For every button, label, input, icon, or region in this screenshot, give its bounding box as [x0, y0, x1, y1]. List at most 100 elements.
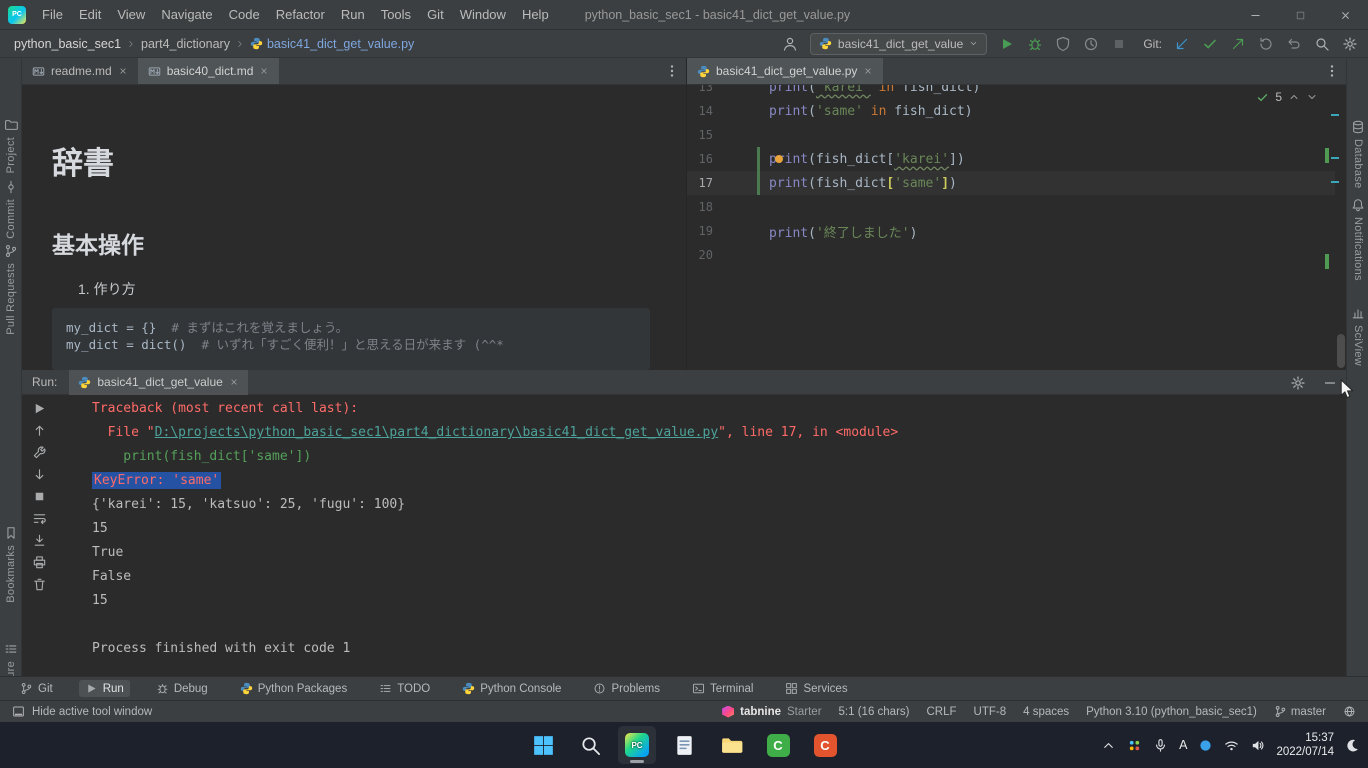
toolwindow-services[interactable]: Services — [779, 680, 853, 697]
minimize-button[interactable] — [1233, 0, 1278, 30]
code-line-15[interactable]: 15 — [687, 123, 1335, 147]
taskbar-search[interactable] — [571, 726, 609, 764]
caret-position[interactable]: 5:1 (16 chars) — [839, 706, 910, 718]
profiler-button[interactable] — [1083, 36, 1099, 52]
toolwindow-run[interactable]: Run — [79, 680, 130, 697]
run-console-output[interactable]: Traceback (most recent call last): File … — [92, 397, 1326, 661]
navigate-up-button[interactable] — [32, 423, 47, 438]
tab-basic40-dict-md[interactable]: basic40_dict.md — [138, 58, 280, 84]
stop-button[interactable] — [1111, 36, 1127, 52]
menu-refactor[interactable]: Refactor — [268, 7, 333, 22]
taskbar-windows-start[interactable] — [524, 726, 562, 764]
code-line-16[interactable]: 16print(fish_dict['karei']) — [687, 147, 1335, 171]
git-commit-button[interactable] — [1202, 36, 1218, 52]
menu-git[interactable]: Git — [419, 7, 452, 22]
stripe-item-notifications[interactable]: Notifications — [1347, 198, 1368, 281]
rerun-button[interactable] — [32, 401, 47, 416]
tab-close-icon[interactable] — [118, 66, 128, 76]
menu-window[interactable]: Window — [452, 7, 514, 22]
editor-scrollbar[interactable] — [1337, 334, 1345, 368]
settings-button[interactable] — [1342, 36, 1358, 52]
git-rollback-button[interactable] — [1286, 36, 1302, 52]
taskbar-notepad[interactable] — [665, 726, 703, 764]
run-config-select[interactable]: basic41_dict_get_value — [810, 33, 987, 55]
stacktrace-link[interactable]: D:\projects\python_basic_sec1\part4_dict… — [155, 425, 719, 440]
menu-view[interactable]: View — [109, 7, 153, 22]
tab-close-icon[interactable] — [259, 66, 269, 76]
taskbar-app-c-green[interactable]: C — [759, 726, 797, 764]
git-update-button[interactable] — [1174, 36, 1190, 52]
tab-readme-md[interactable]: readme.md — [22, 58, 138, 84]
tab-options-kebab-icon[interactable] — [1324, 63, 1340, 79]
menu-edit[interactable]: Edit — [71, 7, 109, 22]
stripe-item-sciview[interactable]: SciView — [1347, 306, 1368, 366]
status-globe-icon[interactable] — [1343, 705, 1356, 718]
microphone-icon[interactable] — [1153, 738, 1168, 753]
next-problem-icon[interactable] — [1306, 91, 1318, 103]
code-line-17[interactable]: 17print(fish_dict['same']) — [687, 171, 1335, 195]
search-button[interactable] — [1314, 36, 1330, 52]
tab-close-icon[interactable] — [863, 66, 873, 76]
taskbar-file-explorer[interactable] — [712, 726, 750, 764]
user-icon[interactable] — [782, 36, 798, 52]
toolwindow-debug[interactable]: Debug — [150, 680, 214, 697]
code-editor-pane[interactable]: 13print('karei' in fish_dict)14print('sa… — [686, 58, 1346, 370]
inspections-widget[interactable]: 5 — [1256, 90, 1318, 104]
code-line-20[interactable]: 20 — [687, 243, 1335, 267]
toolwindow-git[interactable]: Git — [14, 680, 59, 697]
stripe-item-database[interactable]: Database — [1347, 120, 1368, 189]
widgets-icon[interactable] — [1127, 738, 1142, 753]
maximize-button[interactable] — [1278, 0, 1323, 30]
toolwindow-problems[interactable]: Problems — [587, 680, 666, 697]
menu-help[interactable]: Help — [514, 7, 557, 22]
run-settings-button[interactable] — [1290, 375, 1306, 391]
code-line-14[interactable]: 14print('same' in fish_dict) — [687, 99, 1335, 123]
menu-file[interactable]: File — [34, 7, 71, 22]
stop-button[interactable] — [32, 489, 47, 504]
scroll-to-end-button[interactable] — [32, 533, 47, 548]
taskbar-pycharm[interactable]: PC — [618, 726, 656, 764]
git-history-button[interactable] — [1258, 36, 1274, 52]
hide-panel-button[interactable] — [1322, 375, 1338, 391]
stripe-item-bookmarks[interactable]: Bookmarks — [0, 526, 22, 603]
tab-close-icon[interactable] — [229, 377, 239, 387]
python-interpreter[interactable]: Python 3.10 (python_basic_sec1) — [1086, 706, 1257, 718]
stripe-item-project[interactable]: Project — [0, 118, 22, 173]
tab-options-kebab-icon[interactable] — [664, 63, 680, 79]
line-separator[interactable]: CRLF — [926, 706, 956, 718]
toolwindow-python-packages[interactable]: Python Packages — [234, 680, 354, 697]
code-line-19[interactable]: 19print('終了しました') — [687, 219, 1335, 243]
indent-style[interactable]: 4 spaces — [1023, 706, 1069, 718]
run-button[interactable] — [999, 36, 1015, 52]
debug-button[interactable] — [1027, 36, 1043, 52]
file-encoding[interactable]: UTF-8 — [974, 706, 1007, 718]
settings-button[interactable] — [32, 445, 47, 460]
wifi-icon[interactable] — [1224, 738, 1239, 753]
chevron-up-icon[interactable] — [1101, 738, 1116, 753]
toolwindow-python-console[interactable]: Python Console — [456, 680, 567, 697]
run-tab[interactable]: basic41_dict_get_value — [69, 370, 247, 395]
menu-tools[interactable]: Tools — [373, 7, 419, 22]
git-push-button[interactable] — [1230, 36, 1246, 52]
tab-basic41-dict-get-value-py[interactable]: basic41_dict_get_value.py — [687, 58, 883, 84]
clear-button[interactable] — [32, 577, 47, 592]
code-line-18[interactable]: 18 — [687, 195, 1335, 219]
volume-icon[interactable] — [1250, 738, 1265, 753]
taskbar-clock[interactable]: 15:372022/07/14 — [1276, 731, 1334, 759]
toolwindow-terminal[interactable]: Terminal — [686, 680, 759, 697]
breadcrumb-item[interactable]: basic41_dict_get_value.py — [246, 36, 418, 52]
menu-run[interactable]: Run — [333, 7, 373, 22]
git-branch-widget[interactable]: master — [1274, 705, 1326, 718]
breadcrumb-item[interactable]: part4_dictionary — [137, 36, 234, 52]
stripe-item-pull-requests[interactable]: Pull Requests — [0, 244, 22, 335]
close-button[interactable] — [1323, 0, 1368, 30]
status-hint[interactable]: Hide active tool window — [12, 705, 152, 718]
focus-assist-icon[interactable] — [1345, 738, 1360, 753]
cortana-icon[interactable] — [1198, 738, 1213, 753]
print-button[interactable] — [32, 555, 47, 570]
menu-code[interactable]: Code — [221, 7, 268, 22]
ime-indicator[interactable]: A — [1179, 738, 1187, 752]
stripe-item-commit[interactable]: Commit — [0, 180, 22, 239]
breadcrumb-item[interactable]: python_basic_sec1 — [10, 36, 125, 52]
toolwindow-todo[interactable]: TODO — [373, 680, 436, 697]
